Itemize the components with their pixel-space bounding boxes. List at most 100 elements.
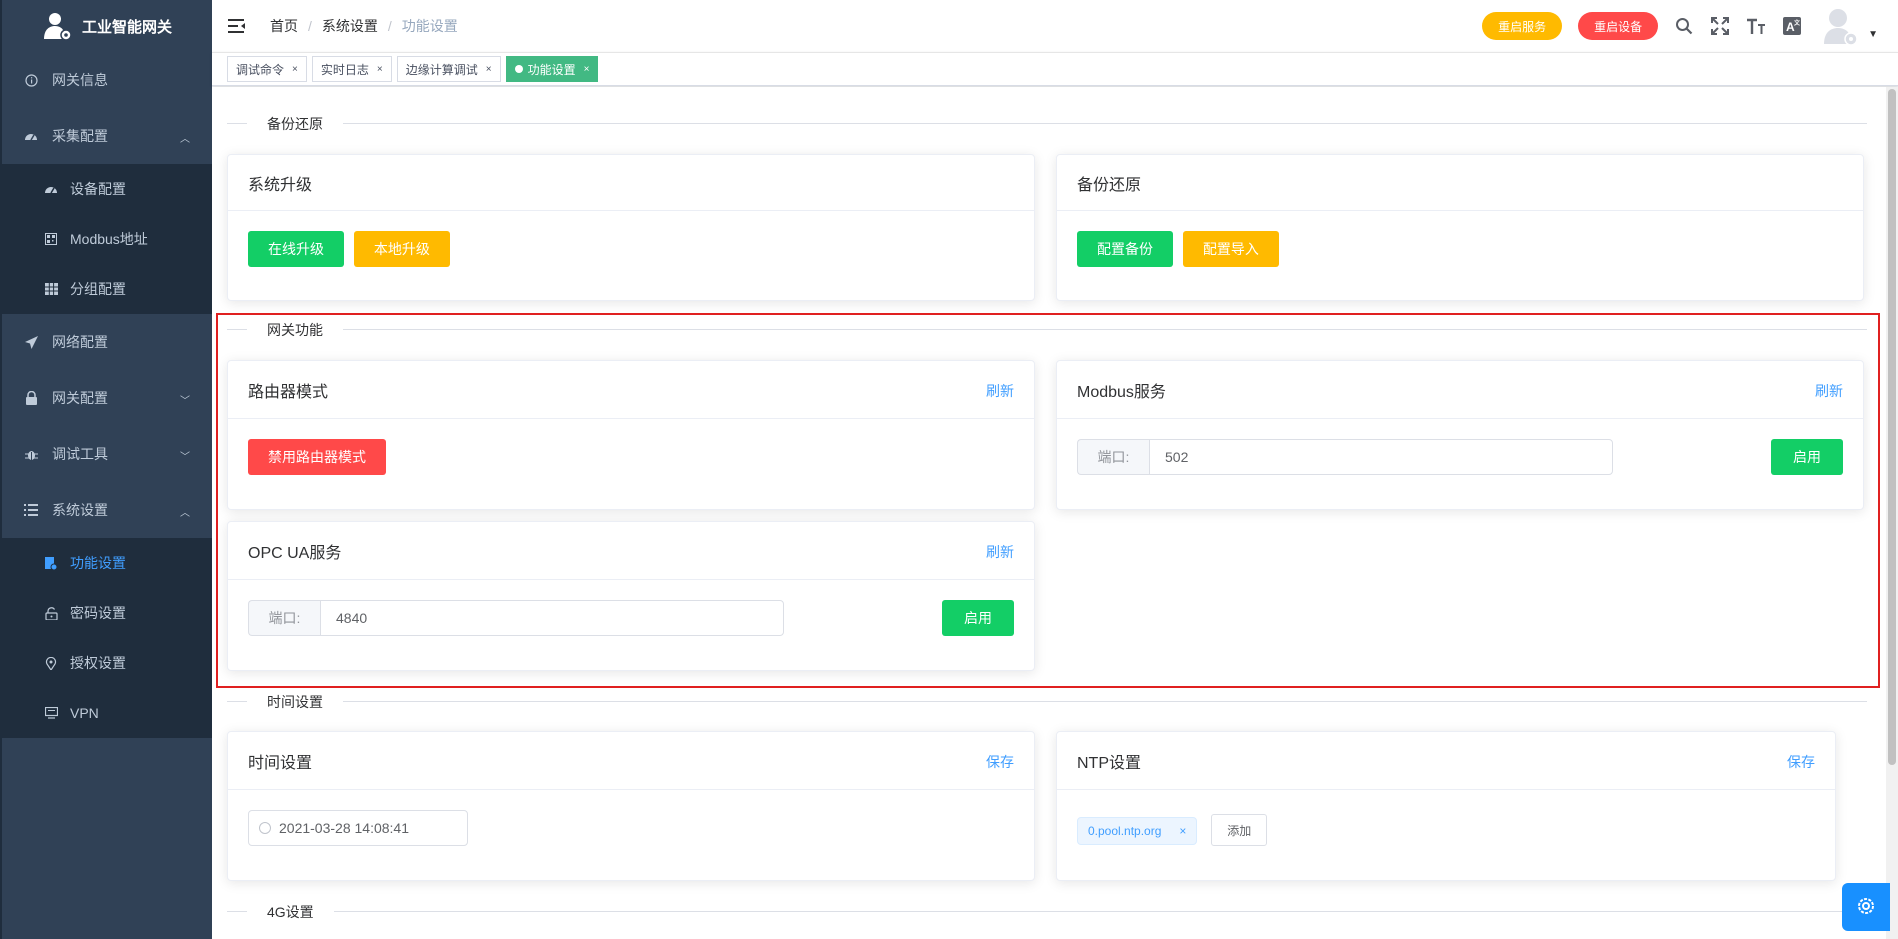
tag-function-settings[interactable]: 功能设置 × xyxy=(505,56,599,82)
bug-icon xyxy=(24,447,38,461)
card-title: NTP设置 xyxy=(1077,754,1142,772)
sidebar-item-label: 采集配置 xyxy=(52,128,108,144)
sidebar-item-gateway-info[interactable]: 网关信息 xyxy=(2,52,212,108)
sidebar-item-password-settings[interactable]: 密码设置 xyxy=(2,588,212,638)
sidebar-item-label: 设备配置 xyxy=(70,181,126,197)
disable-router-mode-button[interactable]: 禁用路由器模式 xyxy=(248,439,386,475)
close-icon[interactable]: × xyxy=(1179,824,1186,838)
breadcrumb: 首页 / 系统设置 / 功能设置 xyxy=(270,16,458,36)
datetime-picker[interactable]: 2021-03-28 14:08:41 xyxy=(248,810,468,846)
sidebar-item-collection-config[interactable]: 采集配置 ︿ xyxy=(2,108,212,164)
search-icon[interactable] xyxy=(1674,16,1694,36)
restart-device-button[interactable]: 重启设备 xyxy=(1578,12,1659,40)
add-ntp-button[interactable]: 添加 xyxy=(1211,814,1268,846)
scrollbar-thumb[interactable] xyxy=(1888,89,1896,765)
sidebar-item-label: 系统设置 xyxy=(52,502,108,518)
refresh-link[interactable]: 刷新 xyxy=(986,381,1014,401)
sidebar-item-debug-tools[interactable]: 调试工具 ﹀ xyxy=(2,426,212,482)
divider-line xyxy=(227,911,1867,912)
section-4g-title: 4G设置 xyxy=(247,902,334,922)
settings-button[interactable] xyxy=(1842,883,1890,931)
close-icon[interactable]: × xyxy=(486,64,492,75)
divider-line xyxy=(227,701,1867,702)
modbus-port-group: 端口: 502 xyxy=(1077,439,1843,475)
chevron-down-icon: ﹀ xyxy=(180,396,190,407)
dashboard-icon xyxy=(44,182,58,196)
info-icon xyxy=(24,73,38,87)
tag-realtime-log[interactable]: 实时日志 × xyxy=(311,56,392,82)
tag-label: 实时日志 xyxy=(320,62,369,77)
restart-service-button[interactable]: 重启服务 xyxy=(1482,12,1563,40)
card-title: 系统升级 xyxy=(248,176,313,194)
close-icon[interactable]: × xyxy=(292,64,298,75)
breadcrumb-home[interactable]: 首页 xyxy=(270,16,298,36)
tag-label: 功能设置 xyxy=(527,62,576,77)
opcua-enable-button[interactable]: 启用 xyxy=(942,600,1014,636)
port-label: 端口: xyxy=(248,600,320,636)
qrcode-icon xyxy=(44,232,58,246)
card-header: Modbus服务 刷新 xyxy=(1057,361,1863,419)
avatar[interactable] xyxy=(1822,6,1858,46)
config-import-button[interactable]: 配置导入 xyxy=(1182,231,1279,267)
close-icon[interactable]: × xyxy=(584,64,590,75)
dashboard-icon xyxy=(24,129,38,143)
card-header: 系统升级 xyxy=(228,155,1034,211)
opcua-port-input[interactable]: 4840 xyxy=(320,600,784,636)
sidebar-item-gateway-config[interactable]: 网关配置 ﹀ xyxy=(2,370,212,426)
scrollbar[interactable] xyxy=(1886,87,1898,939)
sidebar-item-vpn[interactable]: VPN xyxy=(2,688,212,738)
modbus-port-input[interactable]: 502 xyxy=(1149,439,1613,475)
sidebar-item-system-settings[interactable]: 系统设置 ︿ xyxy=(2,482,212,538)
sidebar-item-label: 功能设置 xyxy=(70,555,126,571)
language-icon[interactable]: A文 xyxy=(1782,16,1802,36)
time-settings-card: 时间设置 保存 2021-03-28 14:08:41 xyxy=(227,731,1035,881)
send-icon xyxy=(24,335,38,349)
sidebar-item-function-settings[interactable]: 功能设置 xyxy=(2,538,212,588)
system-upgrade-card: 系统升级 在线升级 本地升级 xyxy=(227,154,1035,301)
ntp-server-tag: 0.pool.ntp.org × xyxy=(1077,816,1198,845)
divider-line xyxy=(227,123,1867,124)
refresh-link[interactable]: 刷新 xyxy=(1815,381,1843,401)
sidebar-item-label: 分组配置 xyxy=(70,281,126,297)
tag-label: 调试命令 xyxy=(236,62,285,77)
sidebar-item-modbus-address[interactable]: Modbus地址 xyxy=(2,214,212,264)
local-upgrade-button[interactable]: 本地升级 xyxy=(353,231,450,267)
chevron-up-icon: ︿ xyxy=(180,134,190,145)
config-backup-button[interactable]: 配置备份 xyxy=(1077,231,1173,267)
save-link[interactable]: 保存 xyxy=(1787,752,1815,772)
fullscreen-icon[interactable] xyxy=(1710,16,1730,36)
hamburger-icon[interactable] xyxy=(228,19,246,33)
modbus-enable-button[interactable]: 启用 xyxy=(1771,439,1843,475)
caret-down-icon[interactable]: ▼ xyxy=(1868,29,1878,40)
monitor-icon xyxy=(44,706,58,720)
breadcrumb-current: 功能设置 xyxy=(401,18,458,34)
chevron-up-icon: ︿ xyxy=(180,508,190,519)
active-dot-icon xyxy=(514,65,523,73)
save-link[interactable]: 保存 xyxy=(986,752,1014,772)
tag-debug-command[interactable]: 调试命令 × xyxy=(227,56,307,82)
router-mode-card: 路由器模式 刷新 禁用路由器模式 xyxy=(227,360,1035,510)
card-body: 在线升级 本地升级 xyxy=(228,211,1034,287)
tag-edge-compute-debug[interactable]: 边缘计算调试 × xyxy=(396,56,501,82)
card-body: 2021-03-28 14:08:41 xyxy=(228,790,1034,866)
online-upgrade-button[interactable]: 在线升级 xyxy=(248,231,344,267)
refresh-link[interactable]: 刷新 xyxy=(986,542,1014,562)
opcua-service-card: OPC UA服务 刷新 端口: 4840 启用 xyxy=(227,521,1035,671)
sidebar-item-group-config[interactable]: 分组配置 xyxy=(2,264,212,314)
close-icon[interactable]: × xyxy=(377,64,383,75)
sidebar-item-license-settings[interactable]: 授权设置 xyxy=(2,638,212,688)
backup-restore-card: 备份还原 配置备份 配置导入 xyxy=(1056,154,1864,301)
sidebar-item-label: 授权设置 xyxy=(70,655,126,671)
svg-text:文: 文 xyxy=(1793,19,1801,27)
location-icon xyxy=(44,656,58,670)
sidebar-item-network-config[interactable]: 网络配置 xyxy=(2,314,212,370)
card-body: 0.pool.ntp.org × 添加 xyxy=(1057,790,1835,866)
breadcrumb-system-settings[interactable]: 系统设置 xyxy=(322,16,378,36)
ntp-server-value: 0.pool.ntp.org xyxy=(1088,823,1162,838)
breadcrumb-separator: / xyxy=(387,18,392,34)
font-size-icon[interactable] xyxy=(1746,16,1766,36)
card-body: 配置备份 配置导入 xyxy=(1057,211,1863,287)
divider-line xyxy=(227,329,1867,330)
sidebar-item-device-config[interactable]: 设备配置 xyxy=(2,164,212,214)
user-gear-icon xyxy=(42,11,72,41)
